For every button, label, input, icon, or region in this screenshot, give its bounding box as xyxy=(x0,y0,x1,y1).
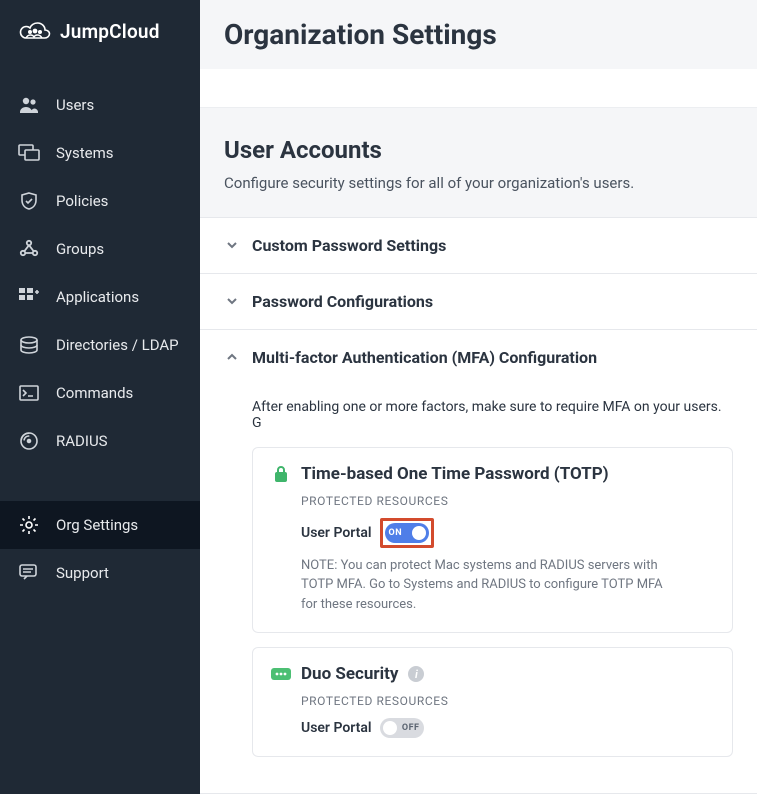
page-title: Organization Settings xyxy=(200,0,757,69)
sidebar-item-label: Commands xyxy=(56,384,133,402)
sidebar-item-systems[interactable]: Systems xyxy=(0,129,200,177)
accordion-custom-password[interactable]: Custom Password Settings xyxy=(200,218,757,274)
users-icon xyxy=(18,95,40,115)
toggle-state-text: OFF xyxy=(402,723,420,733)
user-portal-toggle[interactable]: OFF xyxy=(380,718,424,738)
settings-icon xyxy=(18,515,40,535)
sidebar-item-label: Systems xyxy=(56,144,114,162)
secondary-nav: Org Settings Support xyxy=(0,501,200,597)
support-icon xyxy=(18,563,40,583)
duo-icon xyxy=(271,664,291,684)
sidebar-item-groups[interactable]: Groups xyxy=(0,225,200,273)
sidebar-item-label: Org Settings xyxy=(56,516,138,534)
brand-logo: JumpCloud xyxy=(0,12,200,63)
section-title: User Accounts xyxy=(224,136,733,164)
chevron-down-icon xyxy=(224,293,240,309)
sidebar-item-radius[interactable]: RADIUS xyxy=(0,417,200,465)
main-content: Organization Settings User Accounts Conf… xyxy=(200,0,757,794)
totp-note: NOTE: You can protect Mac systems and RA… xyxy=(301,556,681,615)
sidebar-item-policies[interactable]: Policies xyxy=(0,177,200,225)
accordion-label: Custom Password Settings xyxy=(252,236,446,255)
info-icon[interactable]: i xyxy=(408,666,424,682)
top-white-panel xyxy=(200,69,757,108)
sidebar-item-label: Directories / LDAP xyxy=(56,336,179,354)
protected-resources-label: PROTECTED RESOURCES xyxy=(301,494,714,508)
highlight-callout: ON xyxy=(380,518,434,548)
sidebar-item-users[interactable]: Users xyxy=(0,81,200,129)
toggle-knob xyxy=(383,721,397,735)
commands-icon xyxy=(18,383,40,403)
user-accounts-header: User Accounts Configure security setting… xyxy=(200,108,757,203)
toggle-knob xyxy=(412,526,426,540)
accordion-mfa-content: After enabling one or more factors, make… xyxy=(200,385,757,794)
mfa-helper-text: After enabling one or more factors, make… xyxy=(252,399,733,431)
settings-accordion: Custom Password Settings Password Config… xyxy=(200,217,757,794)
chevron-down-icon xyxy=(224,237,240,253)
card-title: Time-based One Time Password (TOTP) xyxy=(301,464,609,484)
card-title: Duo Security xyxy=(301,664,398,684)
primary-nav: Users Systems Policies Groups Applicatio… xyxy=(0,81,200,465)
sidebar-item-label: Support xyxy=(56,564,109,582)
user-portal-toggle[interactable]: ON xyxy=(385,523,429,543)
accordion-label: Password Configurations xyxy=(252,292,433,311)
sidebar-item-support[interactable]: Support xyxy=(0,549,200,597)
accordion-password-config[interactable]: Password Configurations xyxy=(200,274,757,330)
protected-resources-label: PROTECTED RESOURCES xyxy=(301,694,714,708)
chevron-up-icon xyxy=(224,349,240,365)
accordion-label: Multi-factor Authentication (MFA) Config… xyxy=(252,348,597,367)
groups-icon xyxy=(18,239,40,259)
directories-icon xyxy=(18,335,40,355)
sidebar-item-org-settings[interactable]: Org Settings xyxy=(0,501,200,549)
sidebar-item-applications[interactable]: Applications xyxy=(0,273,200,321)
card-totp: Time-based One Time Password (TOTP) PROT… xyxy=(252,447,733,634)
accordion-mfa[interactable]: Multi-factor Authentication (MFA) Config… xyxy=(200,330,757,385)
user-portal-label: User Portal xyxy=(301,525,372,541)
user-portal-label: User Portal xyxy=(301,720,372,736)
sidebar-item-label: Policies xyxy=(56,192,108,210)
sidebar-item-label: Applications xyxy=(56,288,139,306)
sidebar-item-label: Groups xyxy=(56,240,104,258)
shield-icon xyxy=(18,191,40,211)
toggle-state-text: ON xyxy=(389,528,403,538)
radius-icon xyxy=(18,431,40,451)
brand-name: JumpCloud xyxy=(60,20,160,43)
sidebar: JumpCloud Users Systems Policies Groups xyxy=(0,0,200,794)
systems-icon xyxy=(18,143,40,163)
user-portal-toggle-row: User Portal ON xyxy=(301,518,714,548)
user-portal-toggle-row: User Portal OFF xyxy=(301,718,714,738)
lock-icon xyxy=(271,464,291,484)
sidebar-item-label: Users xyxy=(56,96,94,114)
section-subtitle: Configure security settings for all of y… xyxy=(224,172,733,195)
sidebar-item-commands[interactable]: Commands xyxy=(0,369,200,417)
card-duo: Duo Security i PROTECTED RESOURCES User … xyxy=(252,647,733,757)
sidebar-item-directories[interactable]: Directories / LDAP xyxy=(0,321,200,369)
sidebar-item-label: RADIUS xyxy=(56,432,108,450)
cloud-people-icon xyxy=(18,21,52,43)
applications-icon xyxy=(18,287,40,307)
